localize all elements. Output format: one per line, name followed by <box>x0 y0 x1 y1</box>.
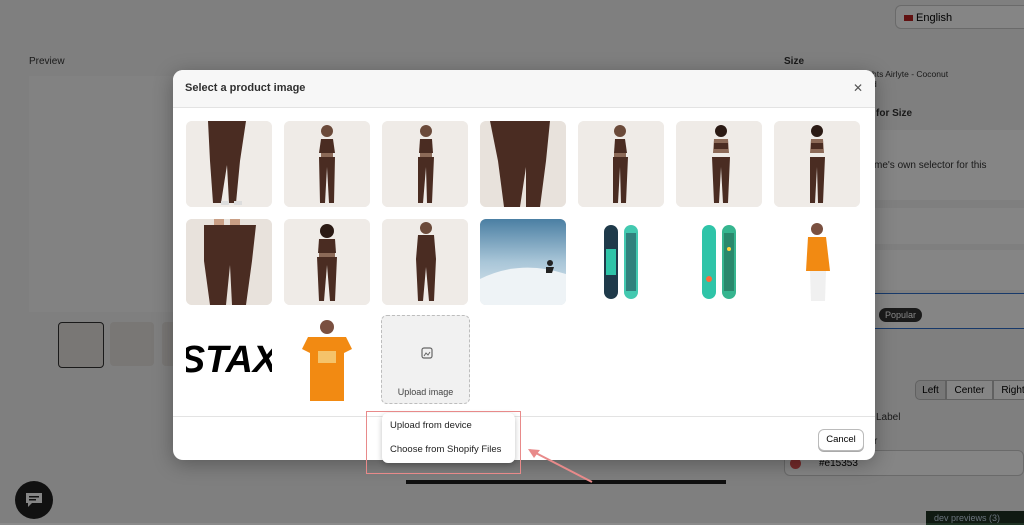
image-tile[interactable] <box>676 121 762 207</box>
cancel-button[interactable]: Cancel <box>818 429 864 451</box>
brown-leggings-back-closeup <box>186 219 272 305</box>
upload-image-label: Upload image <box>397 387 454 397</box>
image-tile[interactable] <box>284 317 370 403</box>
orange-shirt-model-front <box>284 317 370 403</box>
brown-set-model-side <box>578 121 664 207</box>
image-tile[interactable] <box>382 219 468 305</box>
image-tile[interactable] <box>382 121 468 207</box>
image-tile[interactable] <box>480 121 566 207</box>
annotation-arrow-icon <box>528 449 593 483</box>
image-tile[interactable] <box>578 121 664 207</box>
image-tile[interactable] <box>284 121 370 207</box>
image-tile[interactable] <box>774 121 860 207</box>
select-image-modal: Select a product image ✕ TA Upload image… <box>173 70 875 460</box>
modal-header: Select a product image ✕ <box>173 70 875 108</box>
brown-leggings-front <box>186 121 272 207</box>
image-tile[interactable] <box>186 219 272 305</box>
modal-title: Select a product image <box>185 82 306 94</box>
brown-leggings-closeup <box>480 121 566 207</box>
image-tile[interactable] <box>480 219 566 305</box>
image-tile[interactable] <box>186 121 272 207</box>
image-tile[interactable] <box>774 219 860 305</box>
upload-image-dropzone[interactable]: Upload image <box>381 315 470 404</box>
brown-bodysuit-model <box>382 219 468 305</box>
snowboard-green <box>676 219 762 305</box>
stax-logo: STAX <box>186 317 272 403</box>
snowboarder-photo <box>480 219 566 305</box>
brown-set-model-back-2 <box>774 121 860 207</box>
image-add-icon <box>421 347 433 359</box>
highlight-box <box>366 411 521 474</box>
close-icon[interactable]: ✕ <box>853 81 863 95</box>
image-tile[interactable] <box>284 219 370 305</box>
orange-shirt-model-side <box>774 219 860 305</box>
snowboard-teal <box>578 219 664 305</box>
image-tile[interactable] <box>676 219 762 305</box>
image-tile[interactable]: STAX <box>186 317 272 403</box>
brown-set-model-front <box>284 121 370 207</box>
brown-set-model-front-2 <box>284 219 370 305</box>
svg-text:STAX: STAX <box>186 339 272 381</box>
image-tile[interactable] <box>578 219 664 305</box>
brown-set-model-pose <box>382 121 468 207</box>
brown-set-model-back <box>676 121 762 207</box>
